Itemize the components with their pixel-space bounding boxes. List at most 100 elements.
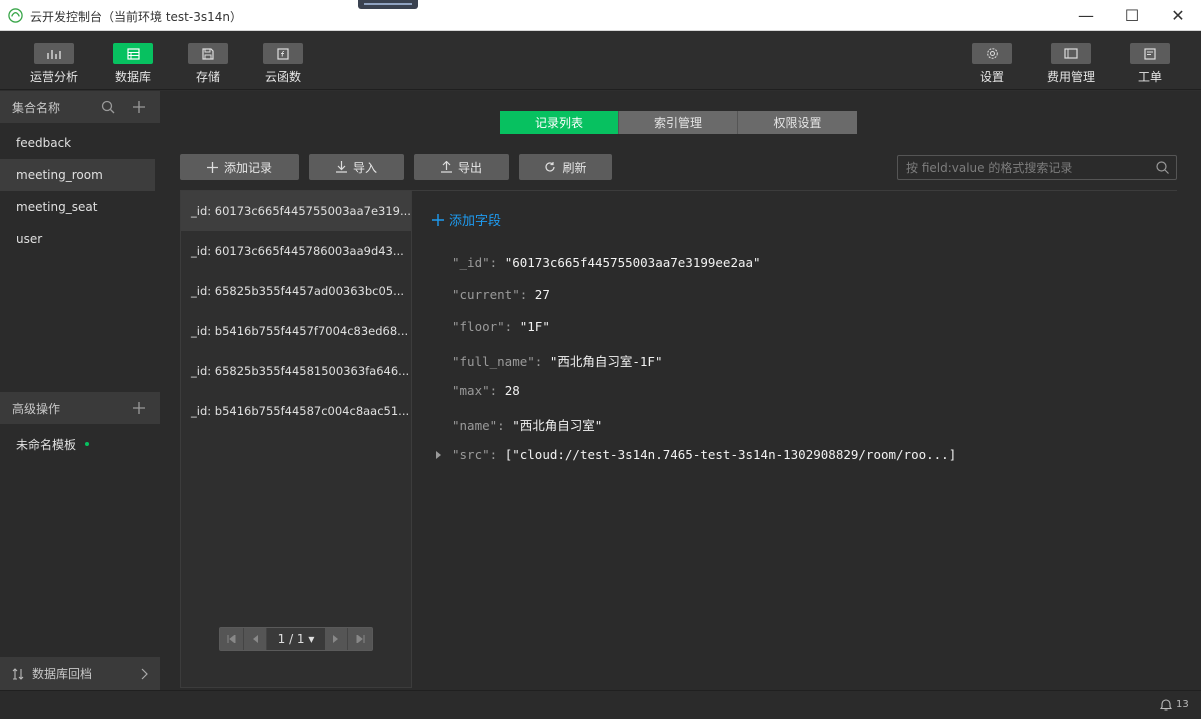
field-row[interactable]: "full_name": "西北角自习室-1F" <box>452 351 662 370</box>
collection-item[interactable]: user <box>0 223 155 255</box>
sidebar: 集合名称 feedback meeting_room meeting_seat … <box>0 91 160 690</box>
tab-permissions[interactable]: 权限设置 <box>738 111 857 134</box>
record-item[interactable]: _id: b5416b755f4457f7004c83ed68... <box>181 311 411 351</box>
storage-icon <box>202 47 214 60</box>
record-item[interactable]: _id: 60173c665f445755003aa7e319... <box>181 191 411 231</box>
maximize-button[interactable]: ☐ <box>1109 0 1155 31</box>
toolbar-database[interactable]: 数据库 <box>113 43 153 85</box>
toolbar-functions[interactable]: 云函数 <box>263 43 303 85</box>
expand-arrow-icon[interactable] <box>436 451 441 459</box>
field-key: "name": <box>452 418 505 433</box>
toolbar-analytics[interactable]: 运营分析 <box>30 43 78 85</box>
prev-page-button[interactable] <box>243 628 268 650</box>
next-page-button[interactable] <box>324 628 349 650</box>
collection-item-label: feedback <box>16 136 72 150</box>
field-key: "floor": <box>452 319 513 334</box>
collection-item-label: user <box>16 232 43 246</box>
import-button[interactable]: 导入 <box>309 154 404 180</box>
refresh-icon <box>545 162 556 172</box>
export-label: 导出 <box>457 160 482 175</box>
add-template-icon[interactable] <box>131 400 147 416</box>
database-icon <box>126 47 140 60</box>
toolbar-settings[interactable]: 设置 <box>972 43 1012 85</box>
collection-item[interactable]: meeting_room <box>0 159 155 191</box>
record-item-label: _id: 60173c665f445755003aa7e319... <box>191 204 411 218</box>
collection-item[interactable]: feedback <box>0 127 155 159</box>
field-key: "full_name": <box>452 354 543 369</box>
template-item[interactable]: 未命名模板 <box>0 428 155 460</box>
main-toolbar: 运营分析 数据库 存储 云函数 设置 费用管理 工单 <box>0 31 1201 90</box>
field-row[interactable]: "max": 28 <box>452 383 520 398</box>
record-item[interactable]: _id: 65825b355f44581500363fa646... <box>181 351 411 391</box>
last-page-button[interactable] <box>348 628 373 650</box>
tab-record-list[interactable]: 记录列表 <box>500 111 619 134</box>
refresh-button[interactable]: 刷新 <box>519 154 612 180</box>
first-page-button[interactable] <box>220 628 244 650</box>
field-row[interactable]: "_id": "60173c665f445755003aa7e3199ee2aa… <box>452 255 761 270</box>
notifications-button[interactable]: 13 <box>1160 698 1189 711</box>
advanced-header: 高级操作 <box>0 392 160 424</box>
notification-count: 13 <box>1176 699 1189 710</box>
toolbar-billing[interactable]: 费用管理 <box>1046 43 1096 85</box>
close-button[interactable]: ✕ <box>1155 0 1201 31</box>
database-rollback[interactable]: 数据库回档 <box>0 657 160 690</box>
export-button[interactable]: 导出 <box>414 154 509 180</box>
record-item[interactable]: _id: b5416b755f44587c004c8aac51... <box>181 391 411 431</box>
page-selector-label: 1 / 1 ▾ <box>277 632 315 646</box>
first-page-icon <box>227 635 236 643</box>
add-record-label: 添加记录 <box>223 160 272 175</box>
advanced-header-label: 高级操作 <box>12 401 61 416</box>
status-bar: 13 <box>0 690 1201 719</box>
collection-item-label: meeting_room <box>16 168 103 182</box>
refresh-label: 刷新 <box>562 160 587 175</box>
minimize-icon: — <box>1078 6 1094 25</box>
search-icon[interactable] <box>100 99 116 115</box>
last-page-icon <box>356 635 365 643</box>
add-field-button[interactable]: 添加字段 <box>432 210 501 229</box>
main-panel: 记录列表 索引管理 权限设置 添加记录 导入 导出 刷新 _id: 60173c… <box>160 91 1201 690</box>
field-key: "max": <box>452 383 498 398</box>
toolbar-database-label: 数据库 <box>114 70 151 84</box>
ticket-icon <box>1144 47 1156 60</box>
prev-page-icon <box>253 635 259 643</box>
field-row[interactable]: "src": ["cloud://test-3s14n.7465-test-3s… <box>436 447 957 462</box>
add-field-label: 添加字段 <box>449 214 502 229</box>
field-value: 28 <box>504 383 520 398</box>
page-selector[interactable]: 1 / 1 ▾ <box>267 628 325 650</box>
bell-icon <box>1160 699 1172 711</box>
upload-icon <box>440 161 452 173</box>
field-value: ["cloud://test-3s14n.7465-test-3s14n-130… <box>504 447 957 462</box>
toolbar-storage[interactable]: 存储 <box>188 43 228 85</box>
record-item-label: _id: b5416b755f44587c004c8aac51... <box>191 404 410 418</box>
gear-icon <box>986 48 998 59</box>
field-row[interactable]: "name": "西北角自习室" <box>452 415 602 434</box>
search-icon[interactable] <box>1155 160 1170 175</box>
record-item[interactable]: _id: 60173c665f445786003aa9d43... <box>181 231 411 271</box>
field-value: 27 <box>534 287 550 302</box>
field-value: "60173c665f445755003aa7e3199ee2aa" <box>504 255 761 270</box>
plus-icon <box>432 213 444 226</box>
toolbar-functions-label: 云函数 <box>264 70 301 84</box>
collection-item[interactable]: meeting_seat <box>0 191 155 223</box>
toolbar-ticket-label: 工单 <box>1137 70 1162 84</box>
minimize-button[interactable]: — <box>1063 0 1109 31</box>
tab-index-management[interactable]: 索引管理 <box>619 111 738 134</box>
tab-record-list-label: 记录列表 <box>534 116 583 130</box>
record-item-label: _id: b5416b755f4457f7004c83ed68... <box>191 324 409 338</box>
field-row[interactable]: "floor": "1F" <box>452 319 550 334</box>
import-label: 导入 <box>352 160 377 175</box>
field-value: "1F" <box>519 319 550 334</box>
record-search-input[interactable] <box>906 159 1146 177</box>
window-drag-handle[interactable] <box>358 0 418 9</box>
collections-header-label: 集合名称 <box>12 100 61 115</box>
record-item[interactable]: _id: 65825b355f4457ad00363bc05... <box>181 271 411 311</box>
title-bar: 云开发控制台（当前环境 test-3s14n） — ☐ ✕ <box>0 0 1201 31</box>
unsaved-dot-icon <box>85 442 90 446</box>
database-rollback-label: 数据库回档 <box>32 667 93 681</box>
record-item-label: _id: 65825b355f44581500363fa646... <box>191 364 410 378</box>
toolbar-ticket[interactable]: 工单 <box>1130 43 1170 85</box>
add-record-button[interactable]: 添加记录 <box>180 154 299 180</box>
field-key: "_id": <box>452 255 498 270</box>
field-row[interactable]: "current": 27 <box>452 287 550 302</box>
add-collection-icon[interactable] <box>131 99 147 115</box>
